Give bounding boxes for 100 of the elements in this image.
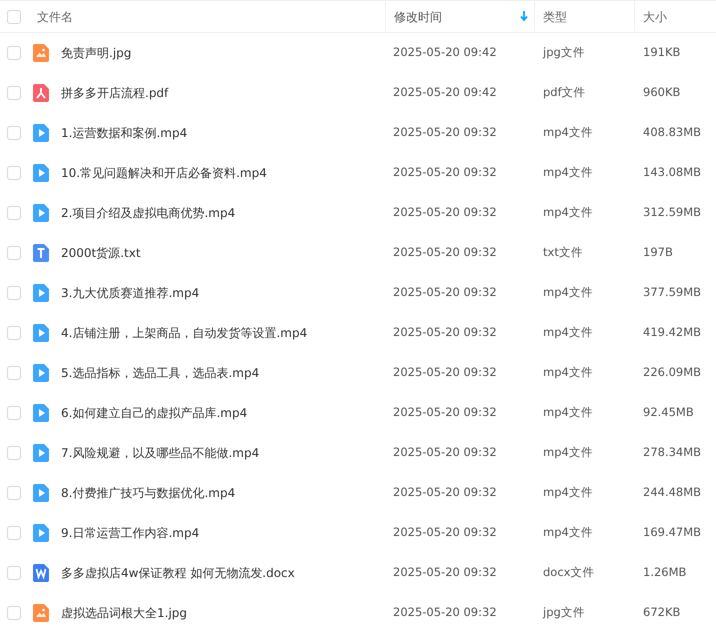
checkbox[interactable] [7, 606, 21, 620]
file-row[interactable]: 6.如何建立自己的虚拟产品库.mp4 2025-05-20 09:32 mp4文件 92.45MB [0, 393, 716, 433]
modified-time: 2025-05-20 09:32 [393, 125, 497, 140]
file-type: mp4文件 [543, 285, 593, 300]
image-file-icon [33, 604, 49, 622]
checkbox[interactable] [7, 10, 21, 24]
file-row[interactable]: 2000t货源.txt 2025-05-20 09:32 txt文件 197B [0, 233, 716, 273]
file-size: 960KB [643, 85, 680, 100]
file-size: 226.09MB [643, 365, 702, 380]
file-size: 92.45MB [643, 405, 694, 420]
file-name: 6.如何建立自己的虚拟产品库.mp4 [61, 405, 248, 422]
video-file-icon [33, 404, 49, 422]
modified-time: 2025-05-20 09:32 [393, 445, 497, 460]
file-name: 8.付费推广技巧与数据优化.mp4 [61, 485, 236, 502]
file-size: 419.42MB [643, 325, 702, 340]
file-size: 1.26MB [643, 565, 686, 580]
video-file-icon [33, 164, 49, 182]
checkbox[interactable] [7, 246, 21, 260]
file-row[interactable]: 7.风险规避，以及哪些品不能做.mp4 2025-05-20 09:32 mp4文件 278.34MB [0, 433, 716, 473]
modified-time: 2025-05-20 09:32 [393, 485, 497, 500]
modified-time: 2025-05-20 09:32 [393, 325, 497, 340]
text-file-icon [33, 244, 49, 262]
file-row[interactable]: 8.付费推广技巧与数据优化.mp4 2025-05-20 09:32 mp4文件 244.48MB [0, 473, 716, 513]
modified-time: 2025-05-20 09:32 [393, 205, 497, 220]
file-size: 143.08MB [643, 165, 702, 180]
file-row[interactable]: 2.项目介绍及虚拟电商优势.mp4 2025-05-20 09:32 mp4文件 312.59MB [0, 193, 716, 233]
modified-time: 2025-05-20 09:32 [393, 405, 497, 420]
file-name: 5.选品指标，选品工具，选品表.mp4 [61, 365, 260, 382]
file-row[interactable]: 5.选品指标，选品工具，选品表.mp4 2025-05-20 09:32 mp4文件 226.09MB [0, 353, 716, 393]
checkbox[interactable] [7, 566, 21, 580]
file-size: 377.59MB [643, 285, 702, 300]
file-row[interactable]: 免责声明.jpg 2025-05-20 09:42 jpg文件 191KB [0, 33, 716, 73]
column-header[interactable]: 大小 [643, 8, 667, 26]
video-file-icon [33, 524, 49, 542]
modified-time: 2025-05-20 09:32 [393, 165, 497, 180]
checkbox[interactable] [7, 86, 21, 100]
file-name: 3.九大优质赛道推荐.mp4 [61, 285, 200, 302]
file-type: mp4文件 [543, 365, 593, 380]
file-name: 多多虚拟店4w保证教程 如何无物流发.docx [61, 565, 295, 582]
file-size: 408.83MB [643, 125, 702, 140]
checkbox[interactable] [7, 286, 21, 300]
file-row[interactable]: 3.九大优质赛道推荐.mp4 2025-05-20 09:32 mp4文件 377.59MB [0, 273, 716, 313]
file-name: 免责声明.jpg [61, 45, 132, 62]
column-header[interactable]: 文件名 [37, 8, 73, 26]
file-name: 4.店铺注册，上架商品，自动发货等设置.mp4 [61, 325, 308, 342]
checkbox[interactable] [7, 326, 21, 340]
file-size: 191KB [643, 45, 680, 60]
file-row[interactable]: 1.运营数据和案例.mp4 2025-05-20 09:32 mp4文件 408.83MB [0, 113, 716, 153]
file-name: 1.运营数据和案例.mp4 [61, 125, 188, 142]
modified-time: 2025-05-20 09:32 [393, 245, 497, 260]
checkbox[interactable] [7, 526, 21, 540]
modified-time: 2025-05-20 09:32 [393, 285, 497, 300]
sort-down-icon[interactable] [520, 11, 528, 22]
file-name: 2.项目介绍及虚拟电商优势.mp4 [61, 205, 236, 222]
file-name: 拼多多开店流程.pdf [61, 85, 168, 102]
file-type: jpg文件 [543, 45, 585, 60]
file-type: mp4文件 [543, 485, 593, 500]
file-size: 244.48MB [643, 485, 702, 500]
file-type: mp4文件 [543, 525, 593, 540]
column-header[interactable]: 类型 [543, 8, 567, 26]
file-row[interactable]: 虚拟选品词根大全1.jpg 2025-05-20 09:32 jpg文件 672KB [0, 593, 716, 633]
checkbox[interactable] [7, 446, 21, 460]
checkbox[interactable] [7, 206, 21, 220]
file-type: mp4文件 [543, 205, 593, 220]
word-file-icon [33, 564, 49, 582]
file-name: 9.日常运营工作内容.mp4 [61, 525, 200, 542]
file-type: mp4文件 [543, 405, 593, 420]
checkbox[interactable] [7, 46, 21, 60]
file-row[interactable]: 4.店铺注册，上架商品，自动发货等设置.mp4 2025-05-20 09:32 mp4文件 419.42MB [0, 313, 716, 353]
file-row[interactable]: 9.日常运营工作内容.mp4 2025-05-20 09:32 mp4文件 169.47MB [0, 513, 716, 553]
checkbox[interactable] [7, 486, 21, 500]
video-file-icon [33, 364, 49, 382]
modified-time: 2025-05-20 09:42 [393, 45, 497, 60]
video-file-icon [33, 204, 49, 222]
file-name: 7.风险规避，以及哪些品不能做.mp4 [61, 445, 260, 462]
file-type: jpg文件 [543, 605, 585, 620]
video-file-icon [33, 124, 49, 142]
checkbox[interactable] [7, 126, 21, 140]
modified-time: 2025-05-20 09:32 [393, 605, 497, 620]
file-row[interactable]: 拼多多开店流程.pdf 2025-05-20 09:42 pdf文件 960KB [0, 73, 716, 113]
video-file-icon [33, 324, 49, 342]
checkbox[interactable] [7, 406, 21, 420]
modified-time: 2025-05-20 09:32 [393, 525, 497, 540]
video-file-icon [33, 484, 49, 502]
file-type: txt文件 [543, 245, 583, 260]
file-type: mp4文件 [543, 445, 593, 460]
file-name: 2000t货源.txt [61, 245, 141, 262]
video-file-icon [33, 444, 49, 462]
checkbox[interactable] [7, 166, 21, 180]
file-size: 672KB [643, 605, 680, 620]
file-type: mp4文件 [543, 125, 593, 140]
file-row[interactable]: 多多虚拟店4w保证教程 如何无物流发.docx 2025-05-20 09:32 docx文件 1.26MB [0, 553, 716, 593]
checkbox[interactable] [7, 366, 21, 380]
modified-time: 2025-05-20 09:42 [393, 85, 497, 100]
file-name: 虚拟选品词根大全1.jpg [61, 605, 188, 622]
file-type: mp4文件 [543, 165, 593, 180]
file-row[interactable]: 10.常见问题解决和开店必备资料.mp4 2025-05-20 09:32 mp4文件 143.08MB [0, 153, 716, 193]
column-header[interactable]: 修改时间 [394, 8, 442, 26]
file-size: 197B [643, 245, 673, 260]
pdf-file-icon [33, 84, 49, 102]
